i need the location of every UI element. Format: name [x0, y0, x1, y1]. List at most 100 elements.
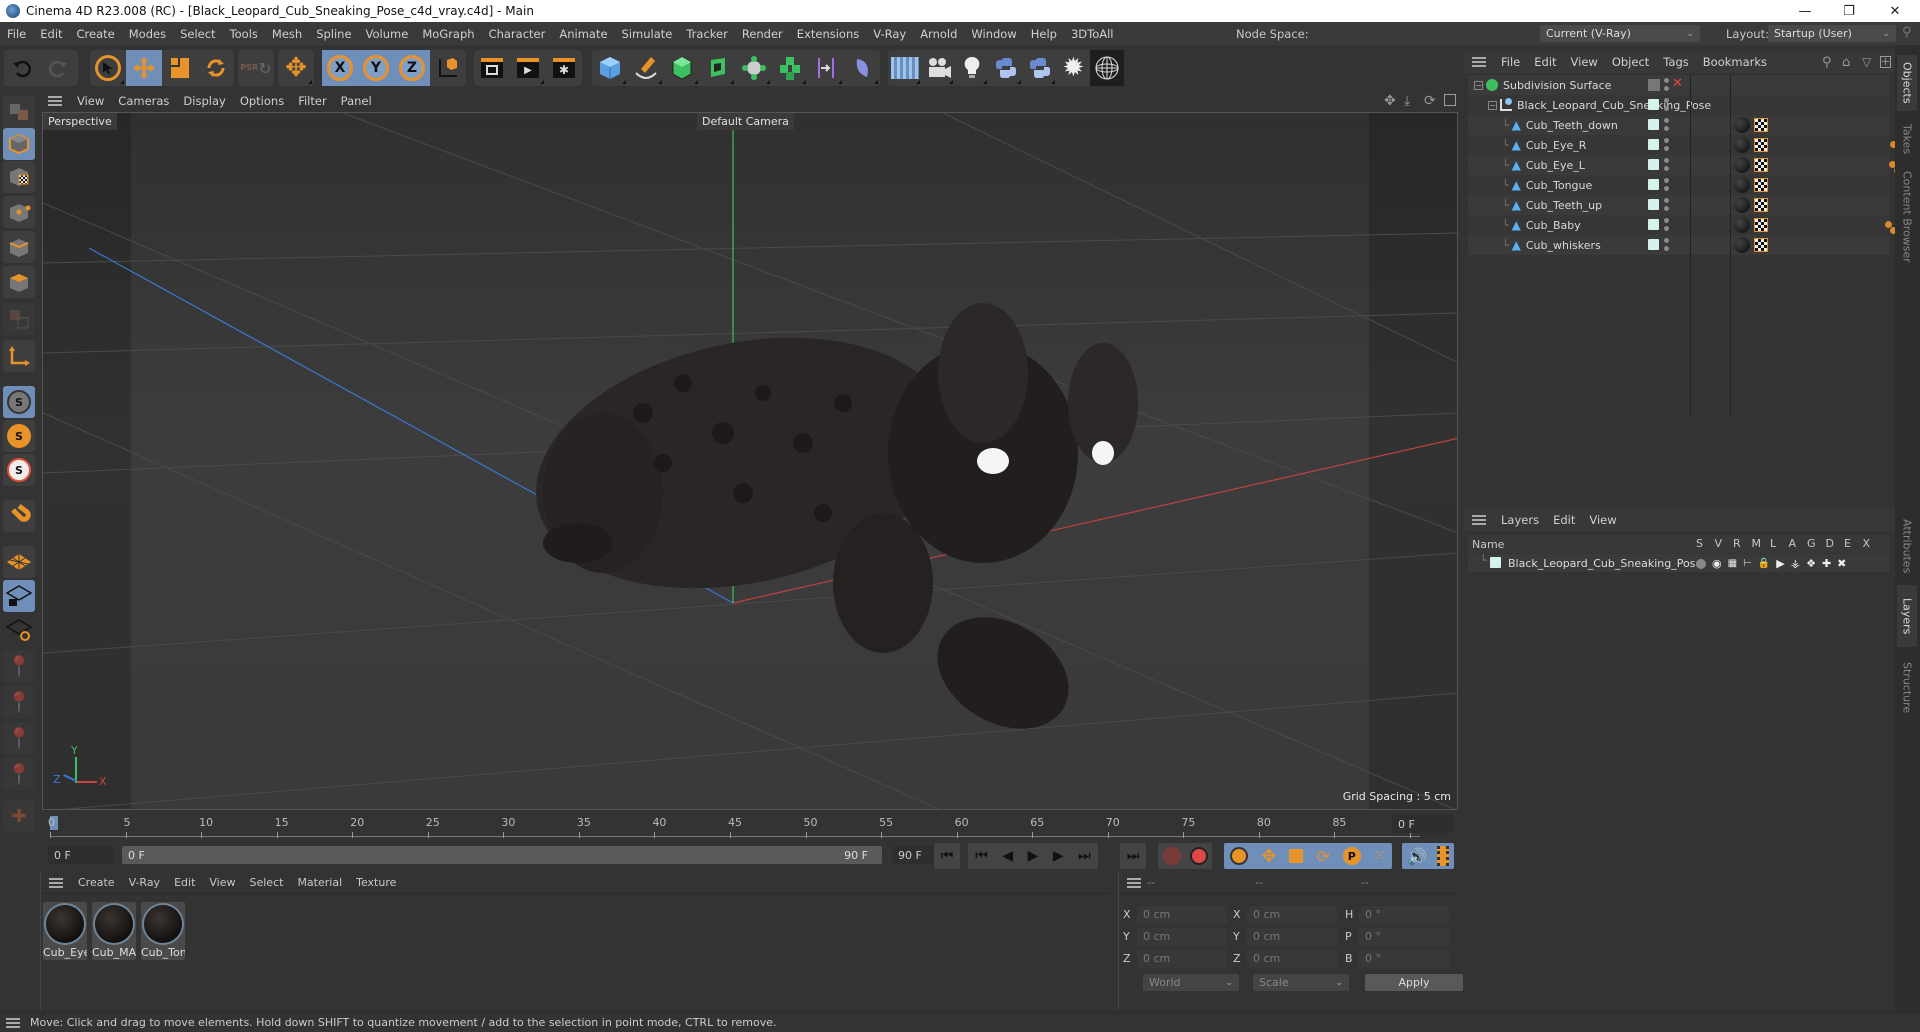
previous-key-button[interactable]: ⏮ [975, 848, 988, 864]
generator-icon[interactable]: ⚶ [1791, 557, 1800, 570]
mograph-icon[interactable] [772, 50, 808, 86]
new-window-icon[interactable]: + [1880, 56, 1891, 68]
layer-color-swatch[interactable] [1648, 219, 1659, 230]
deformer-icon[interactable]: ❖ [1806, 557, 1816, 570]
material-menu-texture[interactable]: Texture [349, 876, 403, 889]
menu-arnold[interactable]: Arnold [913, 27, 964, 41]
material-menu-material[interactable]: Material [290, 876, 349, 889]
layer-color-swatch[interactable] [1648, 199, 1659, 210]
search-icon[interactable]: ⚲ [1902, 25, 1912, 40]
layers-col-v[interactable]: V [1715, 537, 1723, 550]
coordinate-space-select[interactable]: World ⌄ [1143, 974, 1239, 991]
next-key-button[interactable]: ⏭ [1078, 848, 1091, 864]
apply-button[interactable]: Apply [1365, 974, 1463, 991]
cube-icon[interactable] [592, 50, 628, 86]
object-row[interactable]: └ ▲ Cub_Teeth_up [1468, 195, 1919, 215]
zoom-view-icon[interactable]: ⤓ [1404, 93, 1410, 109]
key-position-icon[interactable]: ✥ [1261, 846, 1276, 867]
edges-mode-icon[interactable] [3, 231, 35, 263]
object-name[interactable]: Black_Leopard_Cub_Sneaking_Pose [1517, 99, 1711, 112]
menu-file[interactable]: File [0, 27, 33, 41]
start-frame-field[interactable]: 0 F [48, 846, 114, 864]
layer-color-swatch[interactable] [1648, 159, 1659, 170]
uvw-tag-icon[interactable] [1754, 238, 1768, 252]
object-row[interactable]: └ ▲ Cub_Eye_L [1468, 155, 1901, 175]
visibility-dots[interactable] [1664, 138, 1669, 151]
material-menu-vray[interactable]: V-Ray [122, 876, 168, 889]
key-point-level-icon[interactable]: ⁙ [1374, 848, 1386, 864]
expand-toggle-icon[interactable]: − [1488, 100, 1497, 110]
select-icon[interactable] [90, 50, 126, 86]
x-axis-icon[interactable]: X [322, 50, 358, 86]
layers-col-r[interactable]: R [1733, 537, 1741, 550]
menu-character[interactable]: Character [482, 27, 553, 41]
objects-menu-file[interactable]: File [1494, 55, 1527, 69]
layers-col-d[interactable]: D [1826, 537, 1834, 550]
rotation-h-field[interactable]: 0 ° [1359, 906, 1449, 924]
layers-menu-layers[interactable]: Layers [1494, 513, 1546, 527]
visibility-dots[interactable] [1664, 158, 1669, 171]
material-menu-view[interactable]: View [202, 876, 242, 889]
sound-icon[interactable]: 🔊 [1407, 847, 1427, 866]
coordinate-system-icon[interactable] [430, 50, 466, 86]
search-icon[interactable]: ⚲ [1822, 55, 1832, 70]
close-button[interactable]: ✕ [1872, 0, 1918, 22]
pin-p-icon[interactable]: 📍 [3, 686, 35, 718]
axis-mode-icon[interactable] [3, 340, 35, 372]
pin-r-icon[interactable]: 📍 [3, 722, 35, 754]
layer-color-swatch[interactable] [1490, 557, 1501, 568]
current-frame-field[interactable]: 0 F [1392, 815, 1454, 833]
object-mode-icon[interactable] [3, 128, 35, 160]
object-row[interactable]: └ ▲ Cub_whiskers [1468, 235, 1917, 255]
objects-menu-object[interactable]: Object [1605, 55, 1656, 69]
rotation-b-field[interactable]: 0 ° [1359, 950, 1449, 968]
menu-mograph[interactable]: MoGraph [415, 27, 481, 41]
layers-col-s[interactable]: S [1696, 537, 1703, 550]
layer-color-swatch[interactable] [1648, 139, 1659, 150]
editor-visibility-icon[interactable] [1648, 79, 1660, 91]
render-view-icon[interactable] [474, 50, 510, 86]
material-tag-icon[interactable] [1734, 217, 1750, 233]
move-axis-icon[interactable]: ✥ [278, 50, 314, 86]
symmetry-icon[interactable] [808, 50, 844, 86]
layers-menu-hamburger-icon[interactable] [1472, 515, 1486, 525]
frame-range-slider[interactable]: 0 F 90 F [122, 846, 882, 864]
rotation-p-field[interactable]: 0 ° [1359, 928, 1449, 946]
object-name[interactable]: Cub_Eye_L [1526, 159, 1585, 172]
object-row[interactable]: └ ▲ Cub_Eye_R [1468, 135, 1903, 155]
size-x-field[interactable]: 0 cm [1247, 906, 1337, 924]
psr-icon[interactable]: PSR ↻ [238, 50, 274, 86]
film-icon[interactable] [1436, 846, 1449, 866]
xref-icon[interactable]: ✖ [1837, 557, 1846, 570]
menu-extensions[interactable]: Extensions [790, 27, 866, 41]
next-frame-button[interactable]: ▶ [1053, 848, 1064, 864]
visibility-dots[interactable] [1664, 238, 1669, 251]
menu-tracker[interactable]: Tracker [679, 27, 735, 41]
objects-menu-hamburger-icon[interactable] [1472, 57, 1486, 67]
position-z-field[interactable]: 0 cm [1137, 950, 1227, 968]
snap-icon[interactable]: S [3, 386, 35, 418]
python-icon[interactable] [989, 50, 1023, 86]
uv-mode-icon[interactable] [3, 303, 35, 335]
gear-effect-icon[interactable]: ✹ [1057, 50, 1091, 86]
menu-spline[interactable]: Spline [309, 27, 358, 41]
animation-play-icon[interactable]: ▶ [1776, 557, 1784, 570]
autokey-icon[interactable] [1189, 847, 1208, 865]
object-name[interactable]: Cub_whiskers [1526, 239, 1601, 252]
menu-create[interactable]: Create [70, 27, 122, 41]
go-to-start-button[interactable]: ⏮ [934, 843, 960, 869]
tab-takes[interactable]: Takes [1897, 117, 1917, 161]
rotate-icon[interactable] [198, 50, 234, 86]
size-y-field[interactable]: 0 cm [1247, 928, 1337, 946]
visibility-dots[interactable] [1664, 118, 1669, 131]
object-name[interactable]: Cub_Eye_R [1526, 139, 1587, 152]
menu-window[interactable]: Window [964, 27, 1023, 41]
home-icon[interactable]: ⌂ [1842, 55, 1850, 70]
menu-3dtoall[interactable]: 3DToAll [1064, 27, 1121, 41]
object-row[interactable]: └ ▲ Cub_Tongue [1468, 175, 1909, 195]
object-name[interactable]: Cub_Baby [1526, 219, 1581, 232]
menu-modes[interactable]: Modes [122, 27, 173, 41]
disabled-x-icon[interactable]: ✕ [1672, 76, 1683, 91]
key-scale-icon[interactable] [1289, 849, 1304, 863]
previous-frame-button[interactable]: ◀ [1002, 848, 1013, 864]
